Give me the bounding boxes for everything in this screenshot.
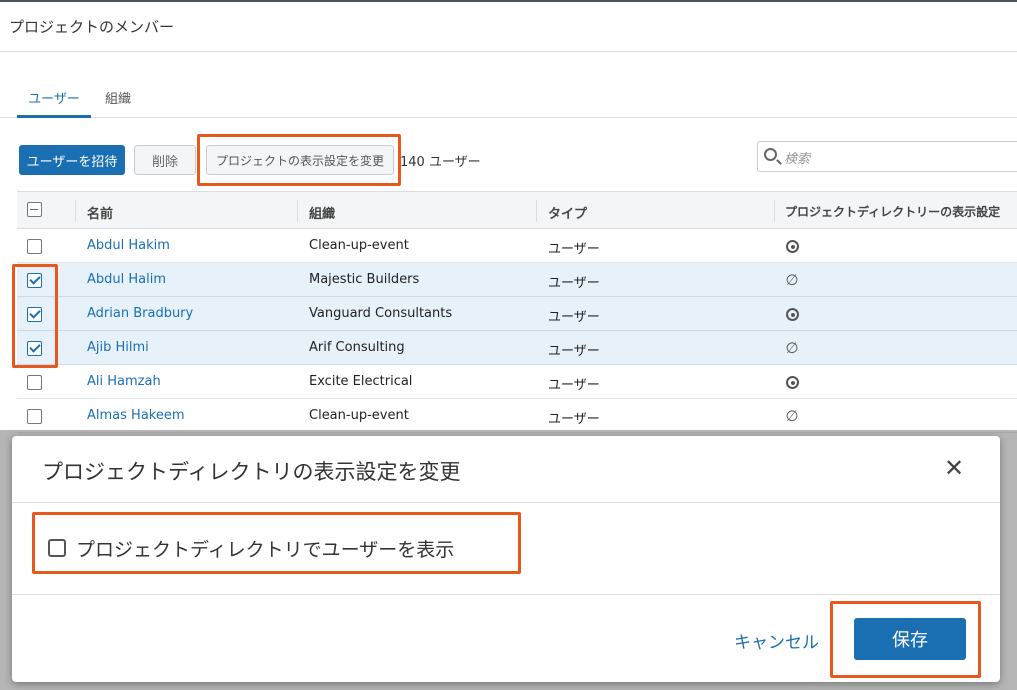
eye-icon xyxy=(786,376,799,389)
column-divider xyxy=(774,200,775,222)
column-divider xyxy=(75,200,76,222)
table-row[interactable]: Ali Hamzah Excite Electrical ユーザー xyxy=(17,365,1017,399)
dialog-divider xyxy=(12,502,1000,503)
tab-users[interactable]: ユーザー xyxy=(17,88,91,118)
dialog-title: プロジェクトディレクトリの表示設定を変更 xyxy=(42,460,461,484)
dialog-divider xyxy=(12,594,1000,595)
user-name-link[interactable]: Adrian Bradbury xyxy=(87,306,193,321)
type-cell: ユーザー xyxy=(548,310,600,325)
type-cell: ユーザー xyxy=(548,276,600,291)
organization-cell: Excite Electrical xyxy=(309,374,413,389)
cancel-button[interactable]: キャンセル xyxy=(734,628,819,653)
close-icon[interactable]: ✕ xyxy=(944,456,964,480)
row-checkbox[interactable] xyxy=(27,239,42,254)
column-header-name[interactable]: 名前 xyxy=(87,203,113,222)
column-header-type[interactable]: タイプ xyxy=(548,203,587,222)
table-row[interactable]: Almas Hakeem Clean-up-event ユーザー ∅ xyxy=(17,399,1017,433)
show-in-directory-checkbox[interactable] xyxy=(48,539,66,557)
tab-organizations[interactable]: 組織 xyxy=(105,88,131,107)
select-all-checkbox[interactable] xyxy=(27,202,42,217)
delete-button[interactable]: 削除 xyxy=(134,145,196,175)
user-name-link[interactable]: Almas Hakeem xyxy=(87,408,185,423)
table-row[interactable]: Adrian Bradbury Vanguard Consultants ユーザ… xyxy=(17,297,1017,331)
column-header-directory-visibility[interactable]: プロジェクトディレクトリーの表示設定 xyxy=(785,203,1000,220)
row-checkbox[interactable] xyxy=(27,409,42,424)
column-divider xyxy=(297,200,298,222)
invite-user-button[interactable]: ユーザーを招待 xyxy=(19,145,125,175)
panel-title: プロジェクトのメンバー xyxy=(0,0,1017,52)
table-row[interactable]: Ajib Hilmi Arif Consulting ユーザー ∅ xyxy=(17,331,1017,365)
column-divider xyxy=(536,200,537,222)
tab-bar: ユーザー 組織 xyxy=(0,84,1017,118)
search-input[interactable]: 検索 xyxy=(757,141,1017,172)
row-checkbox[interactable] xyxy=(27,273,42,288)
user-count: 140 ユーザー xyxy=(400,155,481,170)
hidden-icon: ∅ xyxy=(785,339,799,357)
type-cell: ユーザー xyxy=(548,378,600,393)
user-name-link[interactable]: Ali Hamzah xyxy=(87,374,161,389)
type-cell: ユーザー xyxy=(548,412,600,427)
hidden-icon: ∅ xyxy=(785,407,799,425)
user-name-link[interactable]: Abdul Hakim xyxy=(87,238,170,253)
organization-cell: Arif Consulting xyxy=(309,340,405,355)
search-placeholder: 検索 xyxy=(784,152,811,167)
visibility-dialog: プロジェクトディレクトリの表示設定を変更 ✕ プロジェクトディレクトリでユーザー… xyxy=(12,436,1000,682)
row-checkbox[interactable] xyxy=(27,341,42,356)
organization-cell: Clean-up-event xyxy=(309,238,409,253)
search-icon xyxy=(764,148,777,161)
organization-cell: Vanguard Consultants xyxy=(309,306,453,321)
change-visibility-button[interactable]: プロジェクトの表示設定を変更 xyxy=(206,145,394,175)
organization-cell: Majestic Builders xyxy=(309,272,420,287)
row-checkbox[interactable] xyxy=(27,307,42,322)
table-header: 名前 組織 タイプ プロジェクトディレクトリーの表示設定 xyxy=(17,191,1017,229)
eye-icon xyxy=(786,240,799,253)
show-in-directory-label[interactable]: プロジェクトディレクトリでユーザーを表示 xyxy=(76,535,454,562)
type-cell: ユーザー xyxy=(548,242,600,257)
type-cell: ユーザー xyxy=(548,344,600,359)
hidden-icon: ∅ xyxy=(785,271,799,289)
organization-cell: Clean-up-event xyxy=(309,408,409,423)
table-row[interactable]: Abdul Hakim Clean-up-event ユーザー xyxy=(17,229,1017,263)
row-checkbox[interactable] xyxy=(27,375,42,390)
eye-icon xyxy=(786,308,799,321)
user-name-link[interactable]: Ajib Hilmi xyxy=(87,340,149,355)
table-row[interactable]: Abdul Halim Majestic Builders ユーザー ∅ xyxy=(17,263,1017,297)
save-button[interactable]: 保存 xyxy=(854,618,966,660)
column-header-organization[interactable]: 組織 xyxy=(309,203,335,222)
members-table: 名前 組織 タイプ プロジェクトディレクトリーの表示設定 Abdul Hakim… xyxy=(17,191,1017,433)
user-name-link[interactable]: Abdul Halim xyxy=(87,272,166,287)
